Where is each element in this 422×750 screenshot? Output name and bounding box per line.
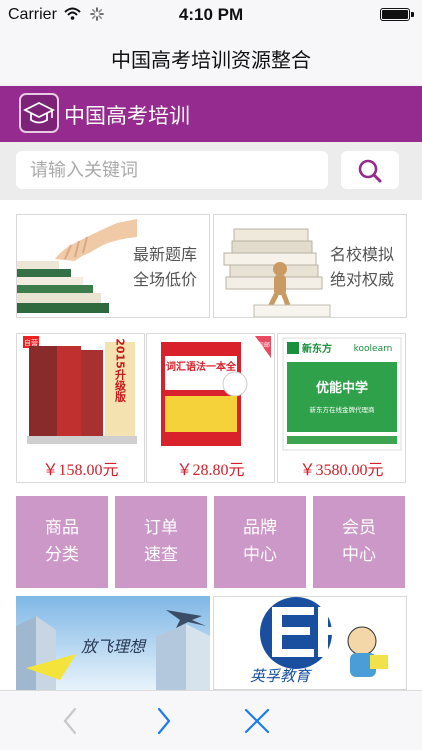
svg-text:新东方: 新东方 xyxy=(302,342,332,355)
category-button-brands[interactable]: 品牌 中心 xyxy=(214,496,306,588)
chevron-right-icon[interactable] xyxy=(152,707,176,735)
wooden-figure-books-image xyxy=(223,228,331,317)
category-button-products[interactable]: 商品 分类 xyxy=(16,496,108,588)
product-card-2[interactable]: 词汇语法一本全 包邮 ￥28.80元 xyxy=(146,333,275,483)
brand-header: 中国高考培训 xyxy=(0,86,422,142)
svg-text:优能中学: 优能中学 xyxy=(316,380,368,396)
product-image-3: 新东方 koolearn 优能中学 新东方在线金牌代理商 xyxy=(282,337,402,451)
promo-text-1: 最新题库 全场低价 xyxy=(132,245,197,289)
product-image-1: 自营 2015升级版 xyxy=(23,336,137,444)
banner-image-dream: 放飞理想 xyxy=(16,596,210,690)
svg-text:包邮: 包邮 xyxy=(258,341,270,349)
svg-text:koolearn: koolearn xyxy=(354,344,393,354)
home-content: 最新题库 全场低价 名校模拟 绝对权威 自营 2015升级版 ￥158.00元 … xyxy=(0,200,422,690)
svg-text:放飞理想: 放飞理想 xyxy=(81,637,147,656)
search-button[interactable] xyxy=(341,151,399,189)
product-card-1[interactable]: 自营 2015升级版 ￥158.00元 xyxy=(16,333,145,483)
product-card-3[interactable]: 新东方 koolearn 优能中学 新东方在线金牌代理商 ￥3580.00元 xyxy=(277,333,406,483)
search-bar xyxy=(0,142,422,200)
svg-text:英孚教育: 英孚教育 xyxy=(250,667,312,685)
product-price-2: ￥28.80元 xyxy=(176,462,245,479)
promo-card-latest-questions[interactable]: 最新题库 全场低价 xyxy=(16,214,210,318)
search-input[interactable] xyxy=(16,151,328,189)
brand-name: 中国高考培训 xyxy=(64,104,190,128)
banner-ef[interactable]: 英孚教育 xyxy=(213,596,407,690)
books-stairs-image xyxy=(17,219,137,313)
promo-card-school-mock[interactable]: 名校模拟 绝对权威 xyxy=(213,214,407,318)
category-button-orders[interactable]: 订单 速查 xyxy=(115,496,207,588)
product-price-3: ￥3580.00元 xyxy=(299,462,384,479)
battery-icon xyxy=(380,8,414,21)
svg-text:新东方在线金牌代理商: 新东方在线金牌代理商 xyxy=(310,405,376,414)
navigation-bar: 中国高考培训资源整合 xyxy=(0,30,422,84)
status-bar: Carrier 4:10 PM xyxy=(0,0,422,30)
product-price-1: ￥158.00元 xyxy=(42,462,119,479)
product-image-2: 词汇语法一本全 包邮 xyxy=(161,336,271,446)
close-icon[interactable] xyxy=(243,708,271,734)
status-time: 4:10 PM xyxy=(178,5,244,24)
banner-image-ef: 英孚教育 xyxy=(214,597,406,689)
svg-text:词汇语法一本全: 词汇语法一本全 xyxy=(166,360,237,373)
svg-text:2015升级版: 2015升级版 xyxy=(114,338,128,402)
search-icon xyxy=(358,159,382,183)
banner-dream[interactable]: 放飞理想 xyxy=(16,596,210,690)
chevron-left-icon[interactable] xyxy=(58,707,82,735)
page-title: 中国高考培训资源整合 xyxy=(111,48,311,72)
graduation-cap-icon xyxy=(19,93,59,133)
promo-text-2: 名校模拟 绝对权威 xyxy=(329,245,394,289)
svg-text:自营: 自营 xyxy=(24,338,38,347)
category-button-members[interactable]: 会员 中心 xyxy=(313,496,405,588)
bottom-toolbar xyxy=(0,690,422,750)
